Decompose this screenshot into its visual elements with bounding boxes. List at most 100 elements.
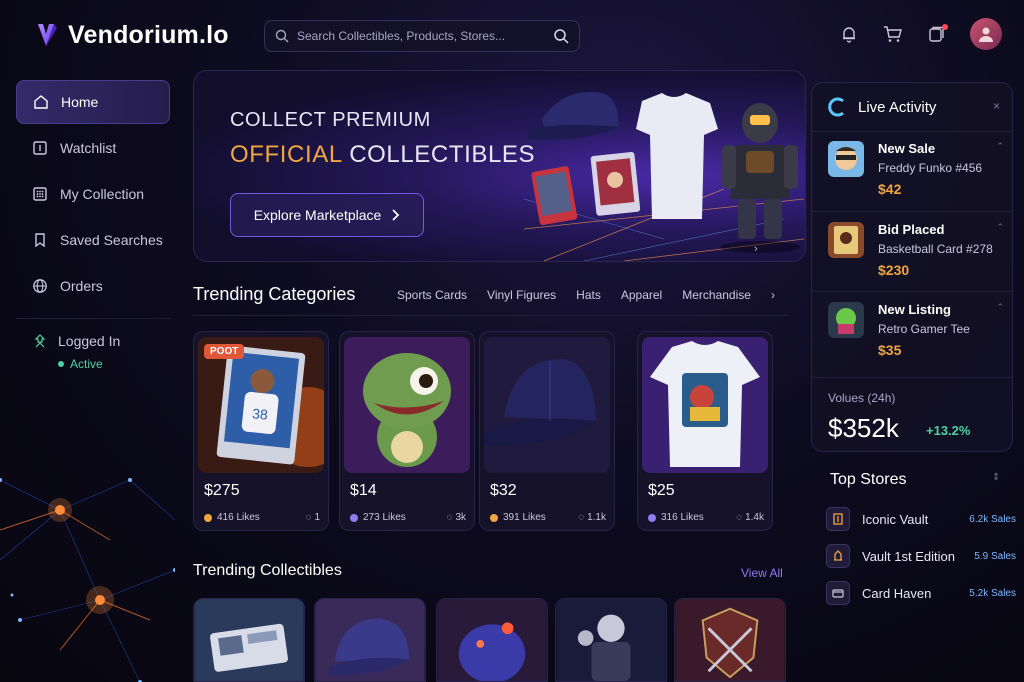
volume-value: $352k (828, 413, 899, 443)
trending-collectibles-title: Trending Collectibles (193, 562, 342, 579)
bell-icon[interactable] (838, 23, 860, 45)
card-views-text: 1.4k (745, 512, 764, 523)
panel-divider (812, 131, 1012, 132)
header-actions (838, 18, 1002, 50)
collectible-thumb[interactable] (314, 598, 426, 682)
search-submit-icon[interactable] (553, 28, 569, 44)
card-likes: 416 Likes (204, 512, 260, 523)
home-icon (34, 95, 48, 109)
search-input[interactable] (297, 29, 545, 43)
panel-divider (812, 377, 1012, 378)
close-icon[interactable]: × (993, 99, 1000, 113)
user-icon (979, 27, 993, 42)
watchlist-icon (33, 141, 47, 155)
activity-thumb (828, 141, 864, 177)
sidebar-item-home[interactable]: Home (16, 80, 170, 124)
view-all-link[interactable]: View All (741, 566, 783, 580)
tab-apparel[interactable]: Apparel (621, 288, 662, 302)
search-icon (275, 29, 289, 43)
store-item[interactable]: Vault 1st Edition 5.9 Sales (826, 543, 1016, 569)
hero-heading-line2: OFFICIAL COLLECTIBLES (230, 141, 535, 169)
category-card[interactable]: $25 316 Likes ◌ 1.4k (637, 331, 773, 531)
card-views-text: 3k (455, 512, 466, 523)
category-card[interactable]: $32 391 Likes ◌ 1.1k (479, 331, 615, 531)
login-status-state: Active (70, 357, 103, 371)
activity-type: New Sale (878, 141, 936, 156)
hero-carousel-next-icon[interactable]: › (754, 243, 758, 255)
card-views-text: 1.1k (587, 512, 606, 523)
activity-item[interactable]: Bid Placed Basketball Card #278 $230 ⌃ (828, 222, 1008, 292)
eye-icon: ◌ (305, 512, 312, 523)
chevron-up-icon: ⌃ (996, 141, 1004, 151)
sidebar-item-label: Saved Searches (60, 232, 163, 248)
volume-change: +13.2% (926, 423, 971, 438)
activity-thumb (828, 222, 864, 258)
category-card[interactable]: $14 273 Likes ◌ 3k (339, 331, 475, 531)
chevron-up-icon: ⌃ (996, 222, 1004, 232)
tab-merchandise[interactable]: Merchandise (682, 288, 751, 302)
chevron-up-icon: ⌃ (996, 302, 1004, 312)
notifications-icon[interactable] (926, 23, 948, 45)
tab-vinyl-figures[interactable]: Vinyl Figures (487, 288, 556, 302)
logo[interactable]: Vendorium.lo (34, 20, 229, 50)
store-sales: 5.2k Sales (969, 587, 1016, 599)
store-sales: 5.9 Sales (974, 550, 1016, 562)
sidebar-item-label: Home (61, 94, 99, 110)
activity-thumb (828, 302, 864, 338)
panel-divider (812, 211, 1012, 212)
sidebar-item-orders[interactable]: Orders (16, 264, 170, 308)
activity-price: $42 (878, 181, 902, 197)
app-name: Vendorium.lo (68, 20, 229, 49)
tab-hats[interactable]: Hats (576, 288, 601, 302)
sidebar-item-label: My Collection (60, 186, 145, 202)
login-status: Logged In Active (16, 333, 170, 371)
store-sales: 6.2k Sales (969, 513, 1016, 525)
avatar[interactable] (970, 18, 1002, 50)
store-item[interactable]: Iconic Vault 6.2k Sales (826, 506, 1016, 532)
like-icon (350, 513, 358, 522)
grid-icon (33, 187, 47, 201)
top-bar: Vendorium.lo (0, 0, 1024, 70)
sidebar-item-watchlist[interactable]: Watchlist (16, 126, 170, 170)
activity-price: $35 (878, 342, 902, 358)
activity-item[interactable]: New Sale Freddy Funko #456 $42 ⌃ (828, 141, 1008, 211)
card-badge: POOT (204, 344, 245, 359)
live-activity-icon (828, 97, 844, 117)
activity-item[interactable]: New Listing Retro Gamer Tee $35 ⌃ (828, 302, 1008, 372)
like-icon (648, 513, 656, 522)
tab-sports-cards[interactable]: Sports Cards (397, 288, 467, 302)
tabs-next-icon[interactable]: › (771, 288, 775, 302)
card-views: ◌ 1.1k (578, 512, 606, 523)
top-stores-title: Top Stores (830, 471, 907, 488)
search-bar[interactable] (264, 20, 580, 52)
card-views: ◌ 3k (446, 512, 466, 523)
collectible-thumb[interactable] (436, 598, 548, 682)
panel-divider (812, 291, 1012, 292)
sidebar-item-saved-searches[interactable]: Saved Searches (16, 218, 170, 262)
store-item[interactable]: Card Haven 5.2k Sales (826, 580, 1016, 606)
card-likes-text: 273 Likes (363, 512, 406, 523)
category-tabs: Sports Cards Vinyl Figures Hats Apparel … (397, 288, 775, 302)
sidebar-item-label: Orders (60, 278, 103, 294)
collectible-thumb[interactable] (193, 598, 305, 682)
bookmark-icon (35, 233, 45, 248)
sidebar: Home Watchlist My Collection Saved Searc… (16, 80, 170, 371)
activity-item-name: Retro Gamer Tee (878, 322, 970, 336)
collectible-thumb[interactable] (674, 598, 786, 682)
card-views: ◌ 1.4k (736, 512, 764, 523)
cart-icon[interactable] (882, 23, 904, 45)
collectible-thumb[interactable] (555, 598, 667, 682)
store-name: Vault 1st Edition (862, 548, 955, 564)
card-likes-text: 416 Likes (217, 512, 260, 523)
hero-banner: COLLECT PREMIUM OFFICIAL COLLECTIBLES Ex… (193, 70, 806, 262)
hero-heading-rest: COLLECTIBLES (341, 141, 536, 168)
activity-item-name: Basketball Card #278 (878, 242, 993, 256)
card-views: ◌ 1 (305, 512, 320, 523)
like-icon (490, 513, 498, 522)
sidebar-item-my-collection[interactable]: My Collection (16, 172, 170, 216)
card-likes: 316 Likes (648, 512, 704, 523)
activity-item-name: Freddy Funko #456 (878, 161, 983, 175)
sort-icon[interactable]: ⇕ (992, 472, 1000, 483)
category-card[interactable]: POOT 38 $275 416 Likes ◌ 1 (193, 331, 329, 531)
explore-marketplace-button[interactable]: Explore Marketplace (230, 193, 424, 237)
